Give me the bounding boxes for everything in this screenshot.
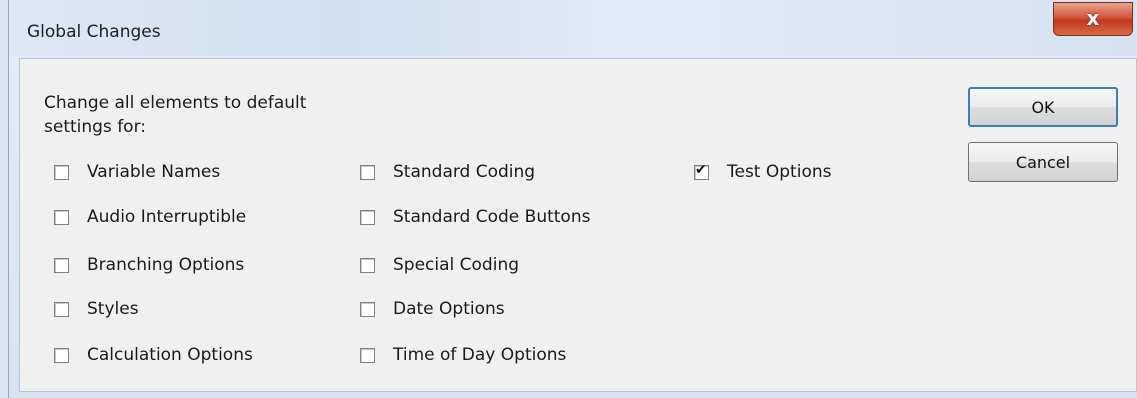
title-bar[interactable]: Global Changes x [9,0,1137,56]
checkbox-test-options[interactable]: Test Options [694,162,831,182]
checkbox-box[interactable] [360,209,375,225]
instruction-label: Change all elements to default settings … [44,93,307,137]
checkbox-calculation-options[interactable]: Calculation Options [54,345,253,365]
checkbox-label: Standard Coding [393,162,536,182]
checkbox-label: Audio Interruptible [87,207,247,227]
checkbox-box[interactable] [54,164,69,180]
checkbox-label: Variable Names [87,162,221,182]
checkbox-label: Date Options [393,299,505,319]
checkbox-styles[interactable]: Styles [54,299,139,319]
window-title: Global Changes [27,22,161,42]
checkbox-box[interactable] [360,164,375,180]
checkbox-label: Branching Options [87,255,245,275]
checkbox-box-checked[interactable] [694,162,709,180]
checkbox-audio-interruptible[interactable]: Audio Interruptible [54,207,246,227]
checkbox-label: Standard Code Buttons [393,207,591,227]
global-changes-dialog: Global Changes x Change all elements to … [8,0,1137,398]
checkbox-box[interactable] [360,301,375,317]
cancel-button[interactable]: Cancel [968,142,1118,182]
checkbox-label: Styles [87,299,139,319]
checkbox-special-coding[interactable]: Special Coding [360,255,519,275]
checkbox-branching-options[interactable]: Branching Options [54,255,244,275]
checkbox-box[interactable] [360,257,375,273]
checkbox-time-of-day-options[interactable]: Time of Day Options [360,345,566,365]
dialog-body: Change all elements to default settings … [19,58,1137,392]
checkbox-label: Test Options [727,162,832,182]
checkbox-standard-code-buttons[interactable]: Standard Code Buttons [360,207,590,227]
checkbox-box[interactable] [54,347,69,363]
checkbox-box[interactable] [54,301,69,317]
checkbox-label: Time of Day Options [393,345,567,365]
checkbox-date-options[interactable]: Date Options [360,299,505,319]
checkbox-standard-coding[interactable]: Standard Coding [360,162,535,182]
checkbox-box[interactable] [54,257,69,273]
checkbox-label: Special Coding [393,255,520,275]
checkbox-variable-names[interactable]: Variable Names [54,162,220,182]
checkbox-label: Calculation Options [87,345,253,365]
checkbox-box[interactable] [360,347,375,363]
checkbox-box[interactable] [54,209,69,225]
close-button[interactable]: x [1053,2,1133,36]
ok-button[interactable]: OK [968,87,1118,127]
close-icon: x [1086,6,1100,30]
